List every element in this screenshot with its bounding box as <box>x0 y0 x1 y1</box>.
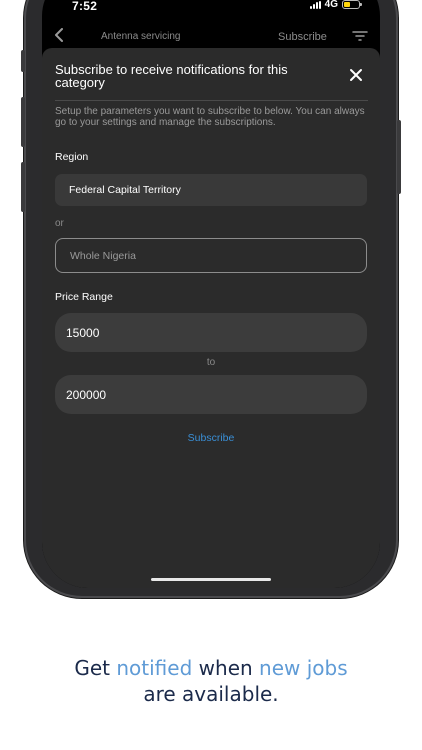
price-min-input[interactable]: 15000 <box>55 313 367 352</box>
subscribe-sheet: Subscribe to receive notifications for t… <box>42 48 380 588</box>
or-separator: or <box>55 218 64 229</box>
caption-accent: notified <box>116 656 193 680</box>
sheet-title: Subscribe to receive notifications for t… <box>55 62 288 90</box>
close-icon <box>350 69 362 81</box>
price-range-label: Price Range <box>55 291 113 303</box>
caption-line-1: Get notified when new jobs <box>0 655 422 681</box>
whole-nigeria-input[interactable] <box>55 238 367 273</box>
subscribe-button[interactable]: Subscribe <box>42 432 380 444</box>
dynamic-island <box>156 0 266 8</box>
caption-accent: new jobs <box>259 656 348 680</box>
caption-text: when <box>192 656 260 680</box>
network-label: 4G <box>324 0 338 10</box>
caption-text: Get <box>74 656 117 680</box>
phone-screen: 7:52 4G Antenna servicing Subscribe Subs… <box>42 0 380 588</box>
price-max-input[interactable]: 200000 <box>55 375 367 414</box>
status-time: 7:52 <box>72 0 98 13</box>
region-select[interactable]: Federal Capital Territory <box>55 174 367 206</box>
header-subscribe-button[interactable]: Subscribe <box>278 31 327 43</box>
divider <box>55 100 368 101</box>
action-button <box>21 50 25 72</box>
sheet-description: Setup the parameters you want to subscri… <box>55 106 365 128</box>
close-button[interactable] <box>348 67 364 83</box>
to-separator: to <box>206 357 216 368</box>
caption-line-2: are available. <box>143 682 279 706</box>
app-header: Antenna servicing Subscribe <box>42 22 380 48</box>
promo-caption: Get notified when new jobs are available… <box>0 655 422 707</box>
volume-down-button <box>21 162 25 212</box>
status-indicators: 4G <box>309 0 362 10</box>
power-button <box>397 120 401 194</box>
home-indicator <box>151 578 271 581</box>
region-label: Region <box>55 151 89 163</box>
back-chevron-icon[interactable] <box>54 28 66 45</box>
volume-up-button <box>21 97 25 147</box>
battery-icon <box>342 0 362 9</box>
filter-icon[interactable] <box>352 31 368 44</box>
signal-icon <box>309 0 321 9</box>
header-title: Antenna servicing <box>101 31 181 42</box>
